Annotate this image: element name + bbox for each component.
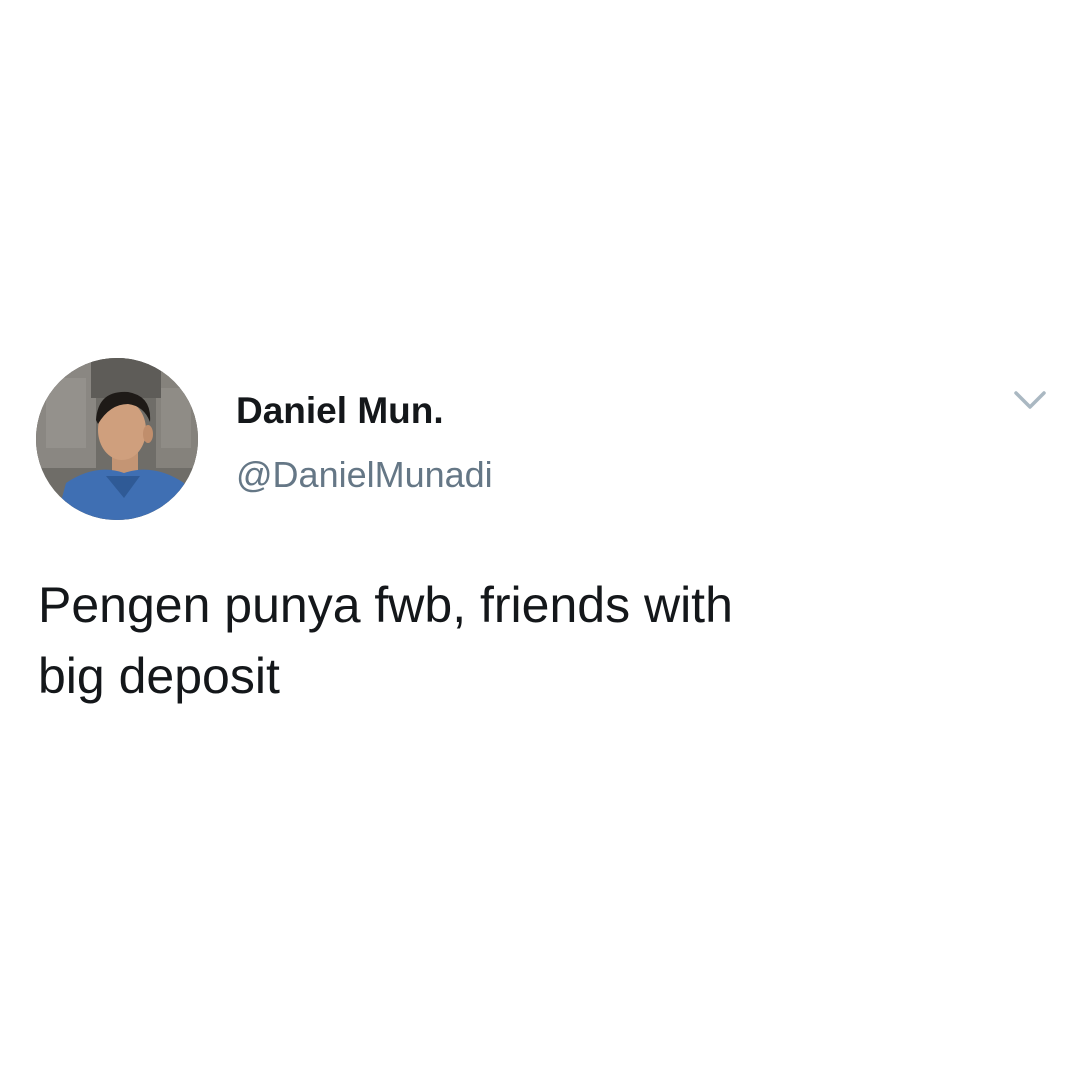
tweet-header: Daniel Mun. @DanielMunadi (36, 358, 1046, 520)
tweet-text: Pengen punya fwb, friends with big depos… (38, 577, 733, 704)
avatar[interactable] (36, 358, 198, 520)
author-display-name[interactable]: Daniel Mun. (236, 390, 444, 432)
chevron-down-icon[interactable] (1010, 384, 1050, 416)
author-handle[interactable]: @DanielMunadi (236, 454, 493, 496)
tweet-screenshot: Daniel Mun. @DanielMunadi Pengen punya f… (0, 0, 1080, 1080)
avatar-photo (36, 358, 198, 520)
tweet-card: Daniel Mun. @DanielMunadi Pengen punya f… (36, 358, 1046, 704)
